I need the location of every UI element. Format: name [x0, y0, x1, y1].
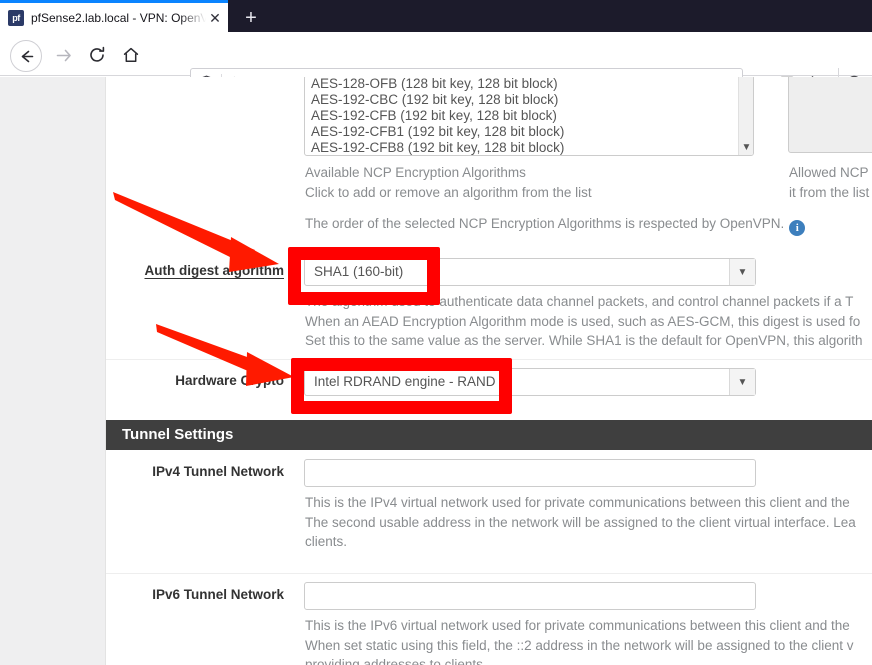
ipv6-tunnel-network-label: IPv6 Tunnel Network: [152, 587, 284, 602]
tunnel-settings-title: Tunnel Settings: [122, 426, 234, 443]
new-tab-button[interactable]: +: [238, 6, 264, 30]
back-arrow-icon[interactable]: [10, 40, 42, 72]
hardware-crypto-select[interactable]: Intel RDRAND engine - RAND ▼: [304, 368, 756, 396]
auth-digest-help: The algorithm used to authenticate data …: [305, 292, 863, 351]
chevron-down-icon[interactable]: ▼: [739, 143, 753, 153]
auth-digest-label: Auth digest algorithm: [144, 263, 285, 278]
available-ncp-caption-line2: Click to add or remove an algorithm from…: [305, 184, 592, 200]
available-ncp-caption: Available NCP Encryption Algorithms Clic…: [305, 163, 592, 202]
close-icon[interactable]: ✕: [206, 9, 224, 27]
ipv6-tunnel-network-help: This is the IPv6 virtual network used fo…: [305, 616, 854, 665]
reload-icon[interactable]: [84, 42, 110, 68]
page-viewport: AES-128-OFB (128 bit key, 128 bit block)…: [0, 77, 872, 665]
list-item[interactable]: AES-192-CBC (192 bit key, 128 bit block): [305, 92, 753, 108]
ipv4-tunnel-network-input[interactable]: [304, 459, 756, 487]
list-item[interactable]: AES-192-CFB (192 bit key, 128 bit block): [305, 108, 753, 124]
list-item[interactable]: AES-128-OFB (128 bit key, 128 bit block): [305, 77, 753, 92]
tab-strip: pf pfSense2.lab.local - VPN: OpenV ✕ +: [0, 0, 872, 32]
hardware-crypto-row: Hardware Crypto Intel RDRAND engine - RA…: [106, 359, 872, 418]
ipv4-tunnel-network-label: IPv4 Tunnel Network: [152, 464, 284, 479]
available-ncp-caption-line1: Available NCP Encryption Algorithms: [305, 165, 526, 180]
ipv4-tunnel-network-input-wrap[interactable]: [304, 459, 756, 487]
listbox-scrollbar[interactable]: ▼: [738, 77, 753, 155]
ipv4-help-line2: The second usable address in the network…: [305, 514, 856, 530]
pfsense-logo-icon: pf: [8, 9, 24, 26]
auth-digest-value: SHA1 (160-bit): [314, 264, 404, 279]
hardware-crypto-value: Intel RDRAND engine - RAND: [314, 374, 496, 389]
ipv4-tunnel-network-help: This is the IPv4 virtual network used fo…: [305, 493, 856, 552]
tunnel-settings-section-header: Tunnel Settings: [106, 420, 872, 450]
forward-arrow-icon: [50, 42, 76, 68]
navigation-toolbar: https://192.168.8.105/vpn_openvpn_client…: [0, 32, 872, 98]
ipv6-tunnel-network-input[interactable]: [304, 582, 756, 610]
browser-window: pf pfSense2.lab.local - VPN: OpenV ✕ + A…: [0, 0, 872, 665]
available-ncp-listbox[interactable]: AES-128-OFB (128 bit key, 128 bit block)…: [304, 77, 754, 156]
auth-digest-help-line3: Set this to the same value as the server…: [305, 333, 863, 348]
ipv4-help-line3: clients.: [305, 534, 348, 549]
allowed-ncp-caption-line2: it from the list: [789, 184, 870, 200]
hardware-crypto-label: Hardware Crypto: [175, 373, 284, 388]
auth-digest-row: Auth digest algorithm SHA1 (160-bit) ▼ T…: [106, 249, 872, 360]
ipv6-help-line1: This is the IPv6 virtual network used fo…: [305, 618, 850, 633]
chevron-down-icon[interactable]: ▼: [729, 369, 755, 395]
ncp-order-note: The order of the selected NCP Encryption…: [305, 214, 806, 236]
chevron-down-icon[interactable]: ▼: [729, 259, 755, 285]
allowed-ncp-listbox[interactable]: [788, 77, 872, 153]
info-icon[interactable]: i: [789, 220, 806, 236]
ipv4-tunnel-network-row: IPv4 Tunnel Network This is the IPv4 vir…: [106, 450, 872, 574]
auth-digest-select[interactable]: SHA1 (160-bit) ▼: [304, 258, 756, 286]
ipv6-tunnel-network-input-wrap[interactable]: [304, 582, 756, 610]
ncp-order-note-text: The order of the selected NCP Encryption…: [305, 216, 785, 231]
ipv4-help-line1: This is the IPv4 virtual network used fo…: [305, 495, 850, 510]
ncp-encryption-row: AES-128-OFB (128 bit key, 128 bit block)…: [106, 77, 872, 236]
tab-title: pfSense2.lab.local - VPN: OpenV: [31, 10, 206, 25]
list-item[interactable]: AES-192-CFB8 (192 bit key, 128 bit block…: [305, 140, 753, 155]
home-icon[interactable]: [118, 42, 144, 68]
auth-digest-help-line2: When an AEAD Encryption Algorithm mode i…: [305, 313, 861, 329]
list-item[interactable]: AES-192-CFB1 (192 bit key, 128 bit block…: [305, 124, 753, 140]
allowed-ncp-caption-line1: Allowed NCP: [789, 165, 869, 180]
ipv6-help-line3: providing addresses to clients.: [305, 657, 487, 665]
browser-tab-active[interactable]: pf pfSense2.lab.local - VPN: OpenV ✕: [0, 3, 228, 32]
auth-digest-help-line1: The algorithm used to authenticate data …: [305, 294, 854, 309]
ipv6-help-line2: When set static using this field, the ::…: [305, 637, 854, 653]
ipv6-tunnel-network-row: IPv6 Tunnel Network This is the IPv6 vir…: [106, 573, 872, 665]
openvpn-client-form: AES-128-OFB (128 bit key, 128 bit block)…: [105, 77, 872, 665]
allowed-ncp-caption: Allowed NCP it from the list: [789, 163, 872, 202]
